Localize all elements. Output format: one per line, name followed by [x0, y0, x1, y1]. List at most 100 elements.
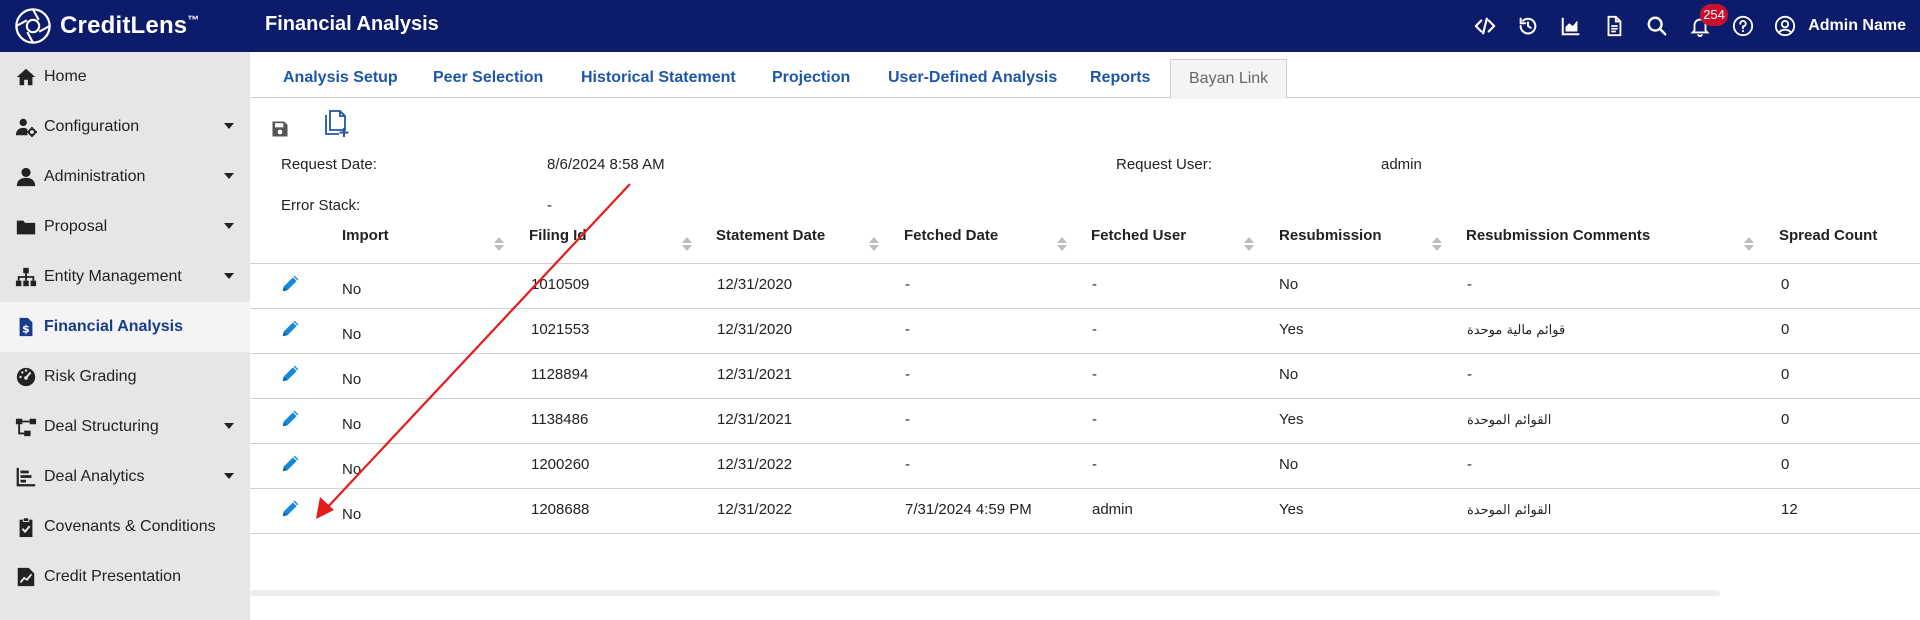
chevron-down-icon[interactable] [224, 123, 234, 129]
sidebar-item-covenants-conditions[interactable]: Covenants & Conditions [0, 502, 250, 552]
save-button[interactable] [266, 115, 294, 143]
cell-resubmission: Yes [1279, 501, 1304, 518]
tab-historical-statement[interactable]: Historical Statement [581, 69, 736, 87]
cell-statement-date: 12/31/2021 [717, 366, 793, 383]
cell-resubmission: No [1279, 366, 1299, 383]
tab-projection[interactable]: Projection [772, 69, 850, 87]
chart-icon[interactable] [1557, 12, 1585, 40]
sidebar-item-configuration[interactable]: Configuration [0, 102, 250, 152]
user-name: Admin Name [1808, 17, 1906, 34]
notification-count-badge[interactable]: 254 [1700, 4, 1728, 26]
cell-spread-count: 0 [1781, 456, 1790, 473]
column-header-fetched-date[interactable]: Fetched Date [904, 227, 998, 244]
request-date-value: 8/6/2024 8:58 AM [547, 156, 665, 173]
save-icon [272, 121, 288, 137]
table-row[interactable]: No 1138486 12/31/2021 - - Yes القوائم ال… [250, 399, 1920, 444]
sidebar-item-financial-analysis[interactable]: $ Financial Analysis [0, 302, 250, 352]
bell-icon[interactable]: 254 [1686, 4, 1728, 40]
table-row[interactable]: No 1200260 12/31/2022 - - No - 0 [250, 444, 1920, 489]
edit-pencil-icon[interactable] [280, 452, 302, 474]
table-row[interactable]: No 1021553 12/31/2020 - - Yes قوائم مالي… [250, 309, 1920, 354]
cell-spread-count: 12 [1781, 501, 1798, 518]
table-row[interactable]: No 1010509 12/31/2020 - - No - 0 [250, 264, 1920, 309]
cell-resubmission: Yes [1279, 411, 1304, 428]
sidebar-item-deal-structuring[interactable]: Deal Structuring [0, 402, 250, 452]
column-header-statement-date[interactable]: Statement Date [716, 227, 825, 244]
brand[interactable]: CreditLens™ [14, 7, 200, 45]
trademark-mark: ™ [187, 13, 200, 27]
cell-fetched-user: - [1092, 411, 1097, 428]
sidebar-item-proposal[interactable]: Proposal [0, 202, 250, 252]
cell-filing-id: 1010509 [531, 276, 590, 293]
request-user-value: admin [1381, 156, 1422, 173]
user-icon [1775, 15, 1796, 37]
copy-add-button[interactable] [322, 110, 350, 138]
sidebar-item-entity-management[interactable]: Entity Management [0, 252, 250, 302]
error-stack-value: - [547, 197, 552, 214]
request-user-label: Request User: [1116, 156, 1212, 173]
sidebar-item-credit-presentation[interactable]: Credit Presentation [0, 552, 250, 602]
tab-analysis-setup[interactable]: Analysis Setup [283, 69, 398, 87]
document-icon[interactable] [1600, 12, 1628, 40]
cell-fetched-user: - [1092, 321, 1097, 338]
edit-pencil-icon[interactable] [280, 497, 302, 519]
cell-statement-date: 12/31/2020 [717, 276, 793, 293]
sort-icon[interactable] [869, 237, 879, 251]
chevron-down-icon[interactable] [224, 473, 234, 479]
sidebar-item-label: Deal Structuring [44, 418, 159, 435]
column-header-spread-count[interactable]: Spread Count [1779, 227, 1877, 244]
tab-peer-selection[interactable]: Peer Selection [433, 69, 543, 87]
table-row[interactable]: No 1208688 12/31/2022 7/31/2024 4:59 PM … [250, 489, 1920, 534]
cell-filing-id: 1200260 [531, 456, 590, 473]
cell-import: No [342, 416, 362, 433]
edit-pencil-icon[interactable] [280, 407, 302, 429]
edit-pencil-icon[interactable] [280, 272, 302, 294]
sidebar-item-deal-analytics[interactable]: Deal Analytics [0, 452, 250, 502]
sort-icon[interactable] [1057, 237, 1067, 251]
sort-icon[interactable] [1244, 237, 1254, 251]
sidebar-item-risk-grading[interactable]: Risk Grading [0, 352, 250, 402]
column-header-resubmission[interactable]: Resubmission [1279, 227, 1382, 244]
cell-import: No [342, 506, 362, 523]
history-icon[interactable] [1514, 12, 1542, 40]
help-icon[interactable] [1729, 12, 1757, 40]
cell-fetched-date: - [905, 321, 910, 338]
tab-bayan-link[interactable]: Bayan Link [1170, 59, 1288, 99]
hierarchy-icon [14, 265, 38, 289]
horizontal-scrollbar[interactable] [250, 590, 1720, 596]
request-date-label: Request Date: [281, 156, 377, 173]
column-header-import[interactable]: Import [342, 227, 389, 244]
user-menu[interactable]: Admin Name [1774, 15, 1906, 37]
cell-fetched-date: - [905, 411, 910, 428]
sort-icon[interactable] [494, 237, 504, 251]
search-icon[interactable] [1643, 12, 1671, 40]
chevron-down-icon[interactable] [224, 423, 234, 429]
column-header-filing-id[interactable]: Filing Id [529, 227, 587, 244]
chevron-down-icon[interactable] [224, 173, 234, 179]
column-header-resubmission-comments[interactable]: Resubmission Comments [1466, 227, 1650, 244]
header-toolbar: 254 Admin Name [1471, 0, 1920, 52]
cell-import: No [342, 461, 362, 478]
sort-icon[interactable] [682, 237, 692, 251]
sort-icon[interactable] [1432, 237, 1442, 251]
sidebar-item-administration[interactable]: Administration [0, 152, 250, 202]
edit-pencil-icon[interactable] [280, 362, 302, 384]
code-icon[interactable] [1471, 12, 1499, 40]
sort-icon[interactable] [1744, 237, 1754, 251]
tab-user-defined-analysis[interactable]: User-Defined Analysis [888, 69, 1057, 87]
clipboard-check-icon [14, 515, 38, 539]
cell-resubmission: No [1279, 276, 1299, 293]
cell-filing-id: 1021553 [531, 321, 590, 338]
chevron-down-icon[interactable] [224, 273, 234, 279]
tab-reports[interactable]: Reports [1090, 69, 1150, 87]
sidebar-item-home[interactable]: Home [0, 52, 250, 102]
chevron-down-icon[interactable] [224, 223, 234, 229]
sidebar-item-label: Financial Analysis [44, 318, 184, 335]
sidebar-item-label: Risk Grading [44, 368, 137, 385]
edit-pencil-icon[interactable] [280, 317, 302, 339]
cell-resubmission-comments: القوائم الموحدة [1467, 503, 1552, 518]
cell-statement-date: 12/31/2020 [717, 321, 793, 338]
column-header-fetched-user[interactable]: Fetched User [1091, 227, 1186, 244]
table-row[interactable]: No 1128894 12/31/2021 - - No - 0 [250, 354, 1920, 399]
chart-doc-icon [14, 565, 38, 589]
